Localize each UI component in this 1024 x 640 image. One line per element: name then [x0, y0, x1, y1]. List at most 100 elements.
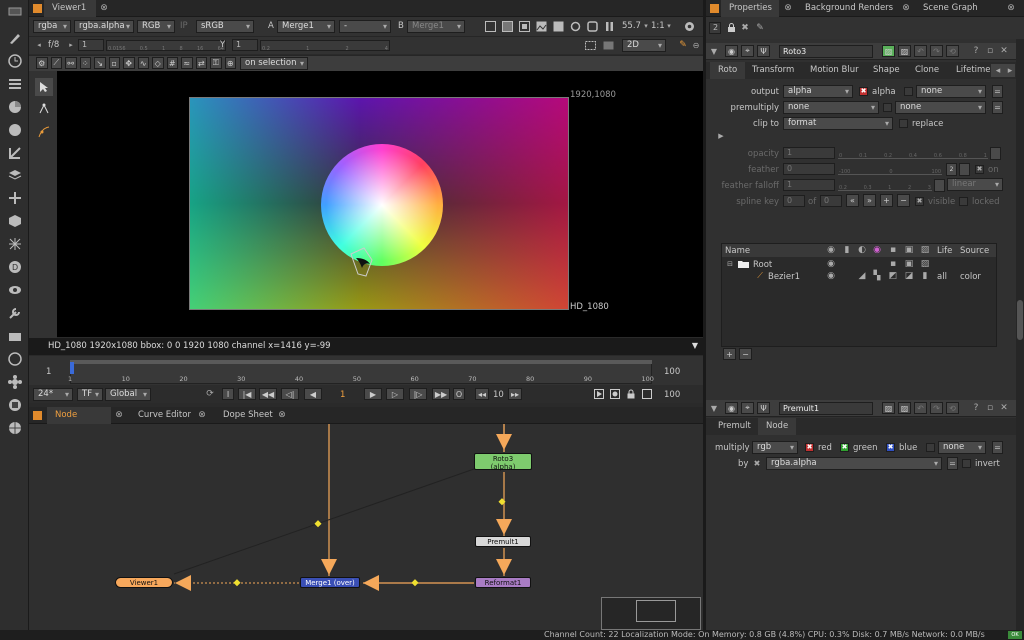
- pencil-icon[interactable]: ✎: [754, 22, 766, 34]
- gamma-input[interactable]: 1: [232, 39, 258, 51]
- feather-extra-button[interactable]: [959, 163, 970, 176]
- by-button[interactable]: =: [947, 457, 958, 470]
- pane-menu-icon[interactable]: [33, 4, 42, 13]
- record-icon[interactable]: [609, 388, 621, 400]
- help-icon[interactable]: ?: [971, 45, 981, 57]
- step-forward-button[interactable]: ▸▸: [508, 388, 522, 400]
- blue-checkbox[interactable]: ✖: [886, 443, 895, 452]
- feather-input[interactable]: 0: [783, 163, 835, 175]
- wipe-icon[interactable]: ⊖: [691, 39, 701, 51]
- overlay-icon[interactable]: [483, 19, 497, 33]
- info-chevron-icon[interactable]: ▼: [690, 339, 700, 351]
- close-icon[interactable]: ⊗: [98, 2, 110, 14]
- shape-icon[interactable]: ◇: [152, 57, 164, 69]
- sphere-icon[interactable]: [6, 121, 24, 139]
- channels-dropdown[interactable]: rgba: [33, 20, 71, 33]
- next-increment-button[interactable]: |▷: [409, 388, 427, 400]
- settings-icon[interactable]: [682, 19, 696, 33]
- invert-checkbox[interactable]: [962, 459, 971, 468]
- close-icon[interactable]: ✕: [999, 45, 1009, 57]
- remove-layer-button[interactable]: −: [739, 348, 752, 360]
- bezier-tool-icon[interactable]: [35, 100, 53, 118]
- folder-icon[interactable]: [6, 327, 24, 345]
- properties-scroll-thumb[interactable]: [1017, 300, 1023, 340]
- ratio-chevron-icon[interactable]: ▾: [665, 19, 673, 33]
- red-checkbox[interactable]: ✖: [805, 443, 814, 452]
- feather-falloff-input[interactable]: 1: [783, 179, 835, 191]
- tab-scroll-icon[interactable]: ▸: [1005, 64, 1015, 77]
- brush-icon[interactable]: [6, 4, 24, 18]
- loop-icon[interactable]: ⟳: [203, 388, 217, 400]
- feather-falloff-anim-button[interactable]: [934, 179, 945, 192]
- lock-icon[interactable]: [726, 22, 736, 34]
- last-frame-button[interactable]: O: [453, 388, 465, 400]
- green-checkbox[interactable]: ✖: [840, 443, 849, 452]
- view-mode-dropdown[interactable]: 2D: [622, 39, 666, 52]
- float-icon[interactable]: ▫: [985, 45, 995, 57]
- compare-op-dropdown[interactable]: -: [339, 20, 391, 33]
- expand-icon[interactable]: ▶: [716, 131, 726, 141]
- tab-scroll-icon[interactable]: ◂: [991, 64, 1005, 77]
- image-icon[interactable]: [534, 19, 548, 33]
- python-icon[interactable]: [6, 350, 24, 368]
- region-select-icon[interactable]: [583, 39, 597, 51]
- close-icon[interactable]: ⊗: [1005, 2, 1017, 14]
- visible-checkbox[interactable]: ✖: [915, 197, 924, 206]
- by-dropdown[interactable]: rgba.alpha: [766, 457, 942, 470]
- close-icon[interactable]: ⊗: [276, 409, 288, 421]
- extra-button[interactable]: =: [992, 441, 1003, 454]
- eye-icon[interactable]: [6, 281, 24, 299]
- cube-icon[interactable]: [6, 212, 24, 230]
- flower-icon[interactable]: [6, 373, 24, 391]
- points-icon[interactable]: ⁘: [79, 57, 91, 69]
- roto3-node[interactable]: Roto3 (alpha): [474, 453, 532, 471]
- mask-icon[interactable]: [601, 39, 615, 51]
- grid-icon[interactable]: #: [166, 57, 178, 69]
- locked-checkbox[interactable]: [959, 197, 968, 206]
- globe-icon[interactable]: [6, 419, 24, 437]
- clear-panels-icon[interactable]: ✖: [740, 22, 750, 34]
- clip-to-dropdown[interactable]: format: [783, 117, 893, 130]
- tangent-icon[interactable]: ↘: [94, 57, 106, 69]
- revert-icon[interactable]: ⟲: [946, 45, 959, 57]
- range-icon[interactable]: [641, 388, 653, 400]
- current-frame[interactable]: 1: [340, 390, 345, 400]
- item-overlay-icon[interactable]: ▮: [920, 271, 930, 281]
- ratio-value[interactable]: 1:1: [651, 21, 665, 31]
- timeline-playhead[interactable]: [70, 362, 74, 374]
- roto-color-icon[interactable]: ▨: [882, 45, 895, 57]
- roi-icon[interactable]: [500, 19, 514, 33]
- item-mb-icon[interactable]: ◪: [904, 271, 914, 281]
- feather-anim-button[interactable]: 2: [946, 163, 957, 176]
- close-icon[interactable]: ⊗: [196, 409, 208, 421]
- revert-icon[interactable]: ⟲: [946, 402, 959, 414]
- pencil-icon[interactable]: ✎: [677, 39, 689, 51]
- nodegraph-canvas[interactable]: Roto3 (alpha) Premult1 Reformat1 Merge1 …: [29, 424, 703, 630]
- key-add-icon[interactable]: ⊕: [224, 57, 236, 69]
- play-button[interactable]: ▶: [364, 388, 382, 400]
- select-arrow-icon[interactable]: [35, 78, 53, 96]
- arrows-icon[interactable]: ⇄: [195, 57, 207, 69]
- ip-label[interactable]: IP: [180, 21, 188, 31]
- tab-curve-editor[interactable]: Curve Editor: [130, 407, 199, 424]
- premultiply-dropdown[interactable]: none: [783, 101, 879, 114]
- tab-scene-graph[interactable]: Scene Graph: [915, 0, 986, 17]
- premult-color-icon[interactable]: ▨: [882, 402, 895, 414]
- layers-icon[interactable]: [6, 75, 24, 93]
- stack-icon[interactable]: [6, 166, 24, 184]
- move-icon[interactable]: [6, 189, 24, 207]
- fps-dropdown[interactable]: 24*: [33, 388, 73, 401]
- redo-icon[interactable]: ↷: [930, 402, 943, 414]
- premult1-node[interactable]: Premult1: [475, 536, 531, 547]
- roto-shape[interactable]: [348, 246, 378, 280]
- wave-icon[interactable]: ≈: [181, 57, 193, 69]
- out-frame[interactable]: 100: [664, 390, 680, 400]
- timeline-start[interactable]: 1: [46, 367, 51, 377]
- tree-expand-icon[interactable]: ⊟: [726, 259, 734, 269]
- output-extra-dropdown[interactable]: none: [916, 85, 986, 98]
- increment-value[interactable]: 10: [493, 390, 504, 400]
- proxy-icon[interactable]: [517, 19, 531, 33]
- premult-color2-icon[interactable]: ▨: [898, 402, 911, 414]
- collapse-icon[interactable]: ▼: [709, 45, 719, 57]
- premultiply-checkbox[interactable]: [883, 103, 892, 112]
